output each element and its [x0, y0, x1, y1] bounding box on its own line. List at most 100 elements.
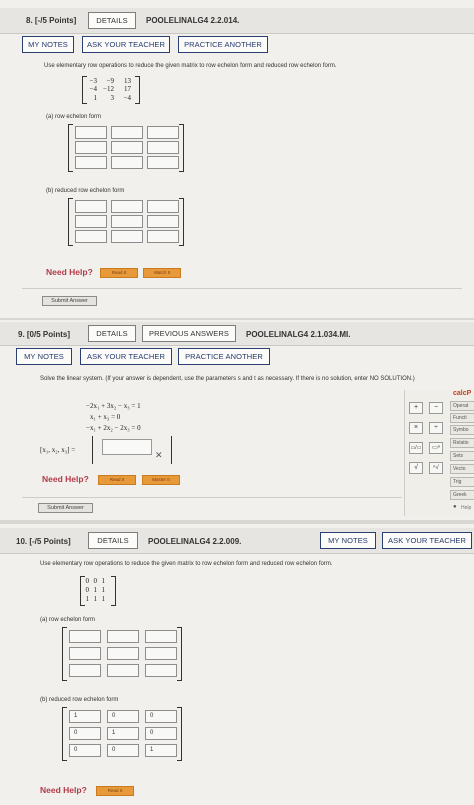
submit-answer-button[interactable]: Submit Answer	[38, 503, 93, 513]
sqrt-button[interactable]: √	[409, 462, 423, 474]
answer-input[interactable]	[145, 664, 177, 677]
answer-input[interactable]	[147, 230, 179, 243]
clear-icon[interactable]: ✕	[155, 450, 163, 461]
answer-input[interactable]	[75, 215, 107, 228]
answer-input[interactable]	[111, 200, 143, 213]
question-10-number: 10. [-/5 Points]	[16, 537, 71, 546]
plus-button[interactable]: +	[409, 402, 423, 414]
ask-teacher-button[interactable]: ASK YOUR TEACHER	[382, 532, 472, 549]
read-it-button[interactable]: Read It	[96, 786, 134, 796]
divide-button[interactable]: ÷	[429, 422, 443, 434]
read-it-button[interactable]: Read It	[100, 268, 138, 278]
calc-tab-functions[interactable]: Functi	[450, 413, 474, 423]
solution-input[interactable]	[102, 439, 152, 455]
calc-help-link[interactable]: Help	[461, 505, 471, 511]
question-9-instruction: Solve the linear system. (If your answer…	[40, 376, 415, 382]
practice-another-button[interactable]: PRACTICE ANOTHER	[178, 348, 270, 365]
question-8-instruction: Use elementary row operations to reduce …	[44, 63, 337, 69]
my-notes-button[interactable]: MY NOTES	[320, 532, 376, 549]
nth-root-button[interactable]: ⁿ√	[429, 462, 443, 474]
help-icon[interactable]: ●	[453, 504, 457, 510]
previous-answers-button[interactable]: PREVIOUS ANSWERS	[142, 325, 236, 342]
part-a-label: (a) row echelon form	[46, 114, 102, 120]
answer-input[interactable]	[69, 664, 101, 677]
reduced-row-echelon-grid	[68, 198, 184, 246]
calcpad-title: calcP	[453, 390, 472, 397]
answer-input[interactable]: 1	[69, 710, 101, 723]
answer-input[interactable]	[75, 200, 107, 213]
part-b-label: (b) reduced row echelon form	[46, 188, 125, 194]
equation-2: x₁ + x₃ = 0	[90, 413, 121, 421]
question-9-code: POOLELINALG4 2.1.034.MI.	[246, 330, 351, 339]
answer-input[interactable]	[75, 230, 107, 243]
answer-input[interactable]	[147, 156, 179, 169]
answer-input[interactable]	[107, 630, 139, 643]
answer-input[interactable]: 0	[69, 744, 101, 757]
practice-another-button[interactable]: PRACTICE ANOTHER	[178, 36, 268, 53]
answer-input[interactable]	[107, 647, 139, 660]
divider	[22, 497, 402, 498]
question-9-number: 9. [0/5 Points]	[18, 330, 71, 339]
part-b-label: (b) reduced row echelon form	[40, 697, 119, 703]
details-button[interactable]: DETAILS	[88, 532, 138, 549]
exponent-button[interactable]: ▭ⁿ	[429, 442, 443, 454]
answer-input[interactable]	[75, 141, 107, 154]
my-notes-button[interactable]: MY NOTES	[22, 36, 74, 53]
times-button[interactable]: ×	[409, 422, 423, 434]
question-8-number: 8. [-/5 Points]	[26, 16, 77, 25]
calc-tab-trig[interactable]: Trig	[450, 477, 474, 487]
question-10-instruction: Use elementary row operations to reduce …	[40, 561, 333, 567]
ask-teacher-button[interactable]: ASK YOUR TEACHER	[82, 36, 170, 53]
answer-input[interactable]: 0	[145, 727, 177, 740]
question-10-code: POOLELINALG4 2.2.009.	[148, 537, 242, 546]
calc-tab-sets[interactable]: Sets	[450, 451, 474, 461]
question-8-code: POOLELINALG4 2.2.014.	[146, 16, 240, 25]
read-it-button[interactable]: Read It	[98, 475, 136, 485]
equation-3: −x₁ + 2x₂ − 2x₃ = 0	[86, 424, 141, 432]
need-help-label: Need Help?	[42, 474, 89, 484]
given-matrix: 0 0 1 0 1 1 1 1 1	[80, 576, 116, 606]
details-button[interactable]: DETAILS	[88, 12, 136, 29]
answer-input[interactable]	[75, 156, 107, 169]
calc-tab-relations[interactable]: Relatio	[450, 438, 474, 448]
answer-input[interactable]	[145, 647, 177, 660]
answer-input[interactable]: 0	[69, 727, 101, 740]
answer-input[interactable]: 0	[145, 710, 177, 723]
answer-input[interactable]: 0	[107, 710, 139, 723]
master-it-button[interactable]: Master It	[142, 475, 180, 485]
answer-input[interactable]	[111, 126, 143, 139]
answer-input[interactable]: 1	[145, 744, 177, 757]
answer-input[interactable]	[111, 141, 143, 154]
answer-input[interactable]: 0	[107, 744, 139, 757]
answer-input[interactable]: 1	[107, 727, 139, 740]
row-echelon-grid	[62, 627, 182, 681]
minus-button[interactable]: −	[429, 402, 443, 414]
my-notes-button[interactable]: MY NOTES	[16, 348, 72, 365]
answer-input[interactable]	[69, 647, 101, 660]
answer-input[interactable]	[111, 156, 143, 169]
watch-it-button[interactable]: Watch It	[143, 268, 181, 278]
answer-input[interactable]	[147, 126, 179, 139]
answer-input[interactable]	[147, 215, 179, 228]
row-echelon-grid	[68, 124, 184, 172]
submit-answer-button[interactable]: Submit Answer	[42, 296, 97, 306]
details-button[interactable]: DETAILS	[88, 325, 136, 342]
answer-input[interactable]	[145, 630, 177, 643]
fraction-button[interactable]: ▭/▭	[409, 442, 423, 454]
calc-tab-greek[interactable]: Greek	[450, 490, 474, 500]
answer-input[interactable]	[69, 630, 101, 643]
question-9-header	[0, 322, 474, 346]
answer-input[interactable]	[147, 141, 179, 154]
answer-input[interactable]	[111, 215, 143, 228]
need-help-label: Need Help?	[40, 785, 87, 795]
ask-teacher-button[interactable]: ASK YOUR TEACHER	[80, 348, 172, 365]
calc-tab-vectors[interactable]: Vecto	[450, 464, 474, 474]
equation-1: −2x₁ + 3x₂ − x₃ = 1	[86, 402, 141, 410]
answer-input[interactable]	[147, 200, 179, 213]
calc-tab-symbols[interactable]: Symbo	[450, 425, 474, 435]
calc-tab-operations[interactable]: Operat	[450, 401, 474, 411]
reduced-row-echelon-grid: 1 0 0 0 1 0 0 0 1	[62, 707, 182, 761]
answer-input[interactable]	[75, 126, 107, 139]
answer-input[interactable]	[107, 664, 139, 677]
answer-input[interactable]	[111, 230, 143, 243]
